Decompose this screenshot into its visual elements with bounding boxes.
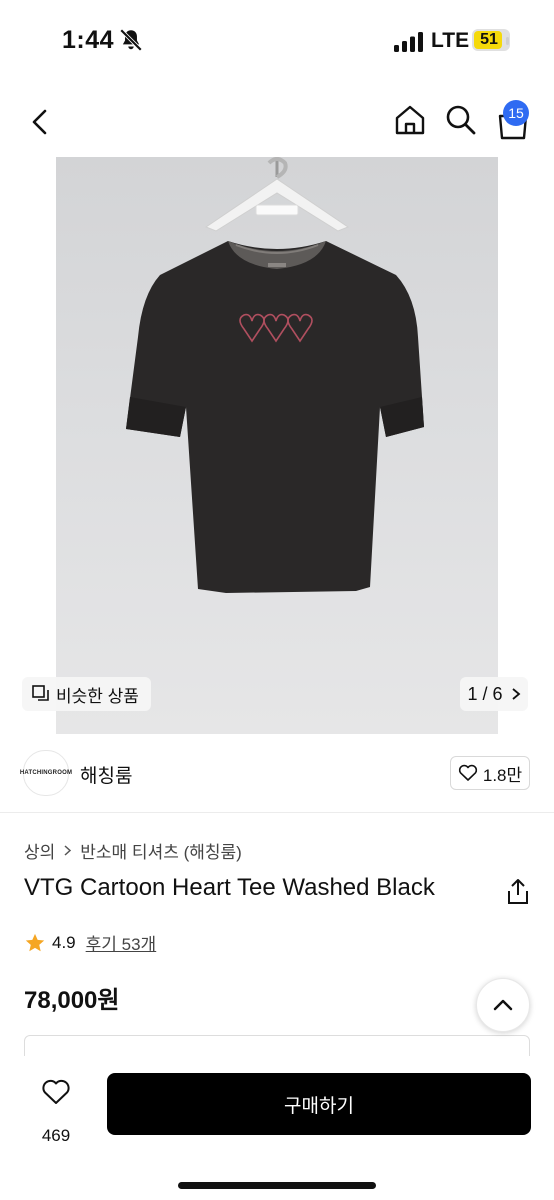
review-count-link[interactable]: 후기 53개 (86, 930, 157, 955)
similar-products-label: 비슷한 상품 (56, 686, 139, 706)
shop-name[interactable]: 해칭룸 (80, 761, 132, 788)
chevron-right-icon (511, 688, 520, 700)
back-arrow-icon[interactable] (24, 104, 60, 140)
image-counter[interactable]: 1 / 6 (460, 677, 528, 711)
cart-count-badge: 15 (503, 100, 529, 126)
signal-icon (394, 32, 423, 52)
scroll-to-top-button[interactable] (476, 978, 530, 1032)
search-icon[interactable] (443, 102, 479, 138)
rating-row: 4.9 후기 53개 (24, 930, 156, 955)
breadcrumb: 상의 반소매 티셔츠 (해칭룸) (24, 838, 242, 863)
shop-row: HATCHINGROOM 해칭룸 1.8만 (0, 738, 554, 813)
image-counter-text: 1 / 6 (467, 683, 503, 704)
rating-score: 4.9 (52, 932, 76, 952)
breadcrumb-item-category[interactable]: 상의 (24, 838, 55, 863)
bell-slash-icon (119, 28, 143, 52)
star-icon (25, 933, 45, 951)
wishlist-count: 469 (41, 1126, 71, 1145)
share-icon[interactable] (505, 878, 531, 906)
wishlist-button[interactable]: 469 (32, 1074, 80, 1145)
shop-like-button[interactable]: 1.8만 (450, 756, 530, 790)
copy-icon (32, 685, 49, 701)
heart-outline-icon (42, 1079, 70, 1104)
network-type: LTE (431, 29, 470, 52)
product-price: 78,000원 (24, 987, 120, 1014)
status-time: 1:44 (62, 26, 115, 54)
bottom-action-bar: 469 구매하기 (0, 1056, 554, 1200)
status-bar: 1:44 LTE 51 (0, 0, 554, 84)
home-indicator (178, 1182, 376, 1189)
buy-button[interactable]: 구매하기 (107, 1073, 531, 1135)
product-gallery[interactable]: 비슷한 상품 1 / 6 (0, 157, 554, 734)
battery-nub (506, 37, 509, 45)
battery-level: 51 (480, 31, 498, 48)
heart-outline-icon (458, 764, 477, 781)
chevron-up-icon (493, 999, 513, 1011)
shop-logo[interactable]: HATCHINGROOM (19, 750, 73, 796)
chevron-right-icon (64, 845, 72, 856)
top-nav (0, 94, 554, 150)
home-icon[interactable] (392, 102, 428, 138)
tshirt-image (126, 157, 424, 593)
battery-icon: 51 (472, 29, 510, 51)
product-title: VTG Cartoon Heart Tee Washed Black (24, 874, 435, 901)
breadcrumb-item-subcategory[interactable]: 반소매 티셔츠 (해칭룸) (80, 838, 242, 863)
similar-products-button[interactable]: 비슷한 상품 (22, 677, 151, 711)
product-photo[interactable] (56, 157, 498, 734)
shop-like-count: 1.8만 (482, 765, 523, 785)
shop-logo-text: HATCHINGROOM (19, 770, 73, 776)
